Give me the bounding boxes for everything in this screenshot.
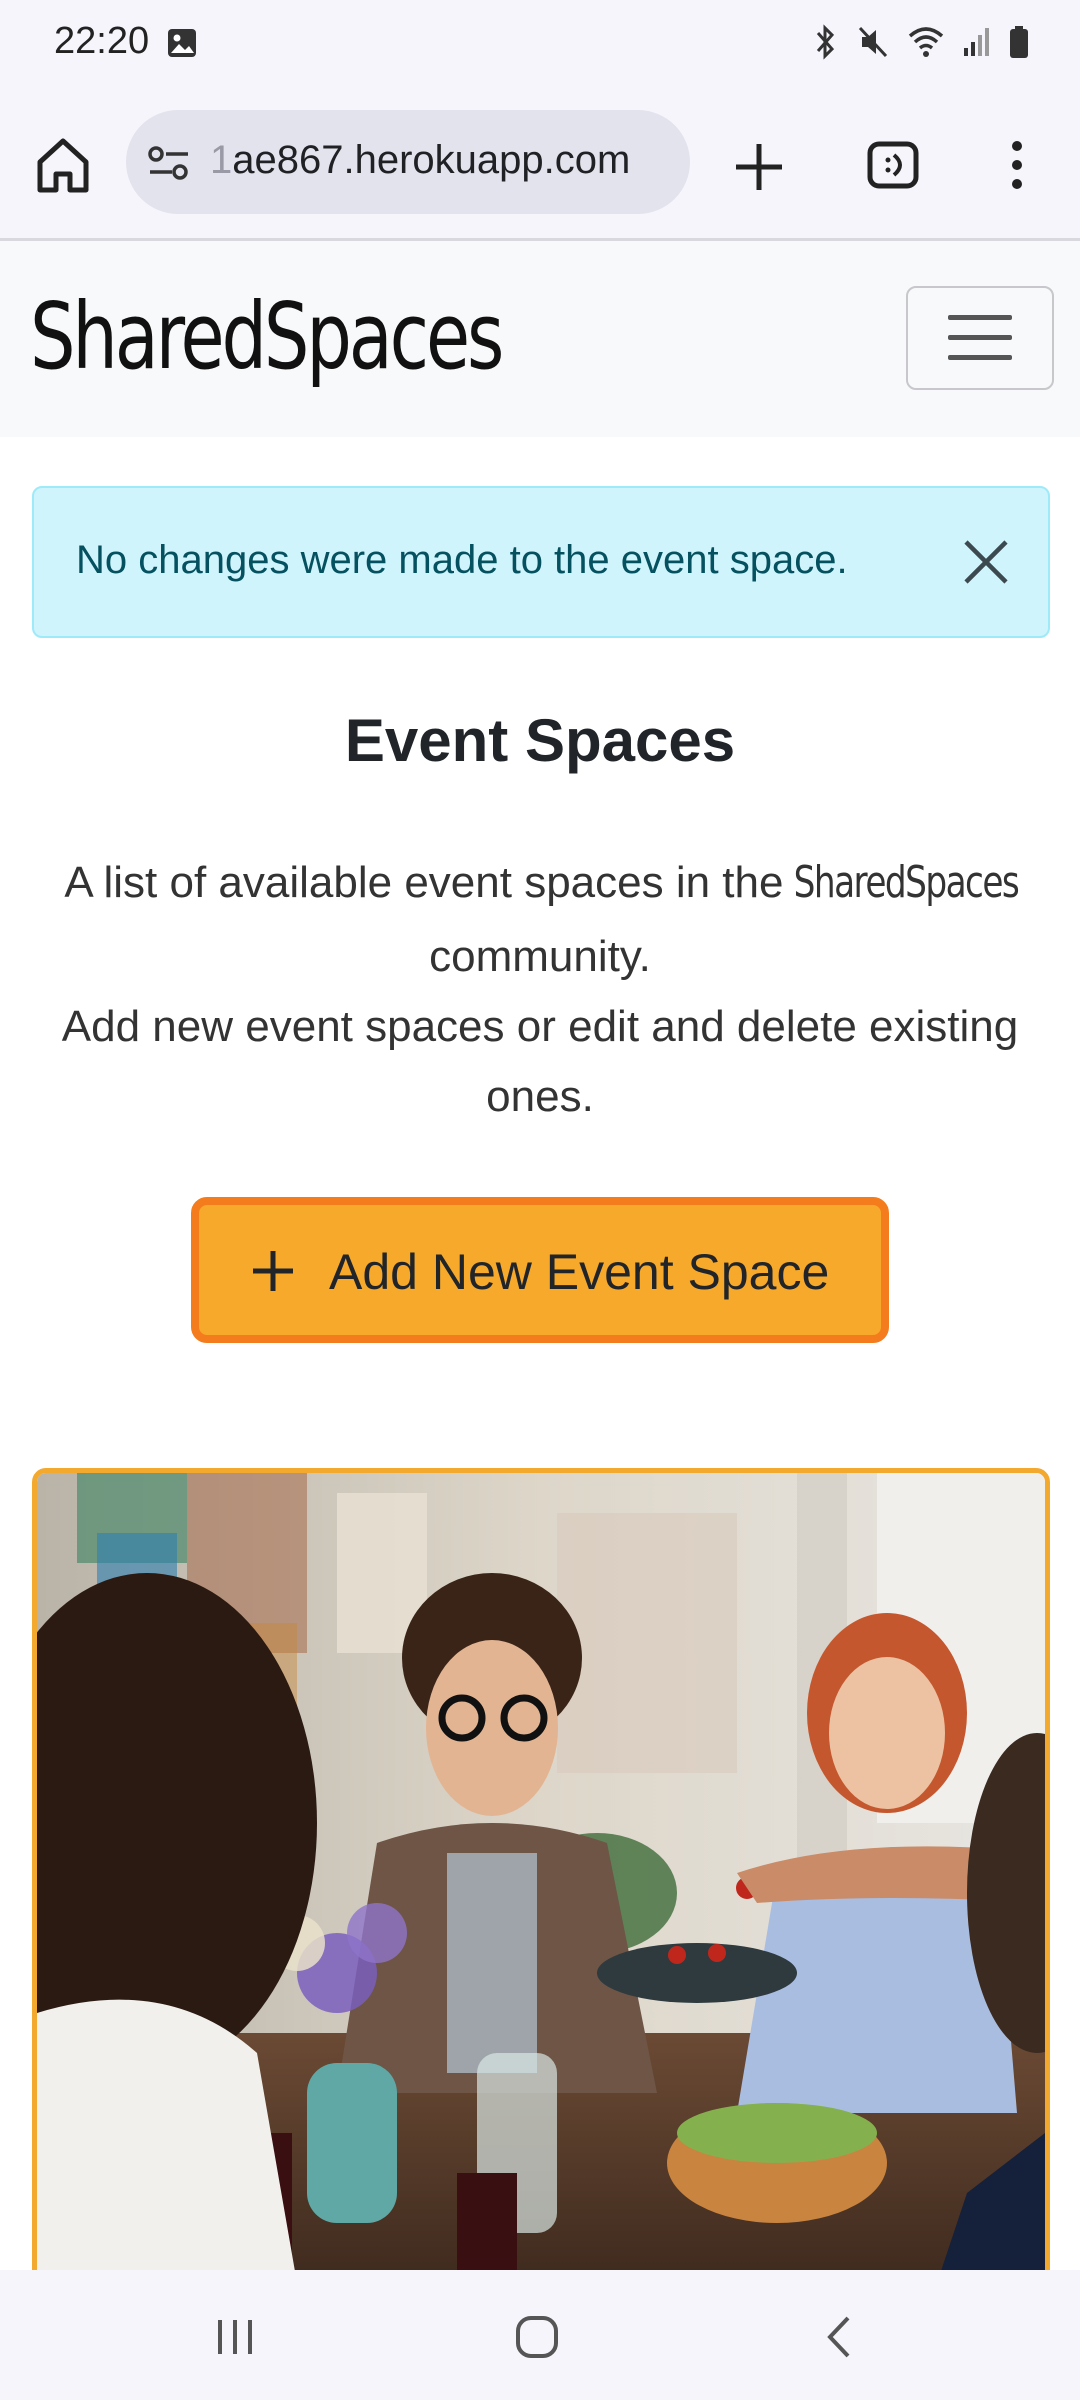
hamburger-line [948,355,1012,360]
tab-switcher-icon[interactable] [864,136,922,194]
signal-icon [964,28,989,56]
more-options-icon[interactable] [1000,136,1034,194]
page-description: A list of available event spaces in the … [30,846,1050,994]
close-icon[interactable] [958,534,1014,590]
bluetooth-icon [816,24,835,60]
description-text: A list of available event spaces in the [64,858,784,907]
wifi-icon [908,27,944,57]
url-domain: ae867.herokuapp.com [232,138,631,182]
new-tab-icon[interactable] [730,138,788,196]
hamburger-line [948,315,1012,320]
page-instructions: Add new event spaces or edit and delete … [61,1002,1019,1121]
home-nav-icon[interactable] [512,2312,562,2362]
url-prefix: 1 [210,138,233,182]
alert-message: No changes were made to the event space. [76,538,848,582]
add-event-space-button[interactable]: Add New Event Space [191,1197,889,1343]
brand-logo[interactable]: SharedSpaces [30,283,504,390]
system-navigation-bar [0,2270,1080,2400]
status-bar: 22:20 [0,0,1080,88]
address-bar[interactable]: 1ae867.herokuapp.com [126,110,690,214]
hamburger-line [948,335,1012,340]
recent-apps-icon[interactable] [210,2312,260,2362]
navbar-toggle-button[interactable] [906,286,1054,390]
image-notification-icon [168,29,196,57]
mute-icon [858,26,888,58]
status-time: 22:20 [54,20,150,62]
site-navbar: SharedSpaces [0,241,1080,437]
browser-toolbar: 1ae867.herokuapp.com [0,88,1080,241]
status-icons [810,24,1030,60]
url-text[interactable]: 1ae867.herokuapp.com [210,138,630,183]
description-text-end: community. [429,932,651,981]
info-alert: No changes were made to the event space. [32,486,1050,638]
page-title: Event Spaces [344,707,736,774]
back-icon[interactable] [816,2312,866,2362]
battery-icon [1010,26,1028,58]
description-brand: SharedSpaces [793,857,1019,908]
add-event-space-label: Add New Event Space [329,1244,830,1300]
home-icon[interactable] [30,132,96,198]
plus-icon [253,1251,293,1291]
event-space-photo [37,1473,1045,2283]
site-settings-icon[interactable] [146,140,192,186]
event-space-card[interactable] [32,1468,1050,2288]
